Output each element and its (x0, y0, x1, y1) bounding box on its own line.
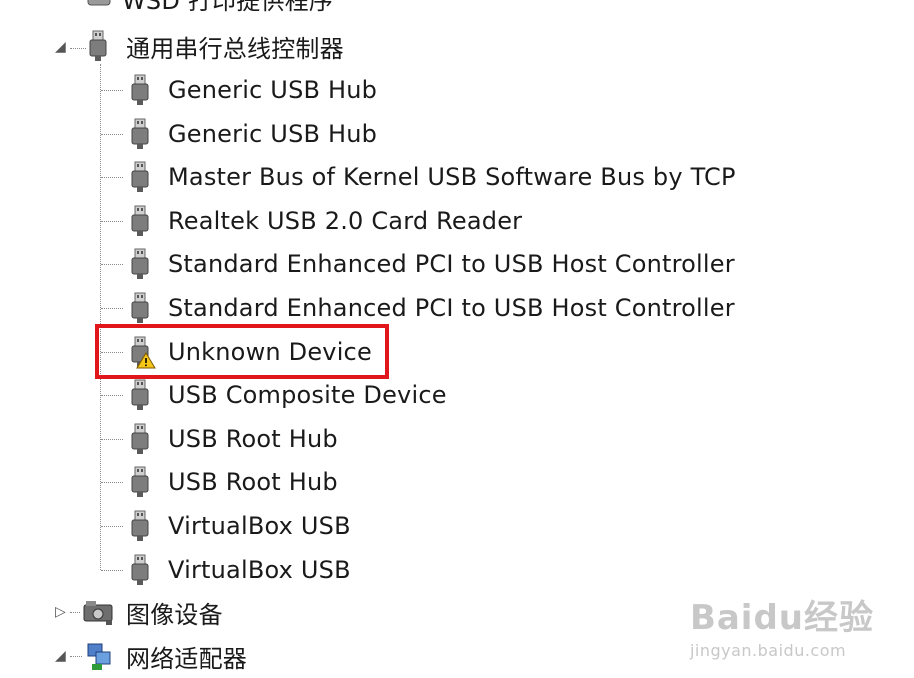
usb-connector-icon (131, 74, 149, 105)
tree-connector (101, 220, 123, 222)
tree-connector (70, 48, 86, 49)
tree-connector (101, 308, 123, 309)
tree-connector (101, 569, 123, 571)
usb-connector-icon (131, 161, 149, 193)
category-label: 网络适配器 (126, 644, 247, 673)
tree-connector (101, 264, 123, 266)
tree-row-partial[interactable]: WSD 打印提供程序 (86, 0, 333, 18)
device-row[interactable]: USB Root Hub (126, 462, 338, 502)
device-label: USB Root Hub (168, 424, 338, 453)
camera-icon (83, 601, 113, 625)
network-adapter-icon (87, 643, 111, 670)
device-row[interactable]: Standard Enhanced PCI to USB Host Contro… (126, 288, 735, 328)
tree-connector (101, 90, 123, 91)
device-label: USB Root Hub (168, 468, 338, 497)
tree-connector (70, 612, 80, 613)
tree-connector (70, 656, 82, 657)
tree-row-label: WSD 打印提供程序 (122, 0, 334, 15)
device-row[interactable]: USB Composite Device (126, 375, 447, 415)
category-label: 图像设备 (126, 600, 223, 629)
collapse-arrow-icon[interactable]: ◢ (55, 40, 66, 54)
device-row[interactable]: VirtualBox USB (126, 506, 351, 546)
device-label: Realtek USB 2.0 Card Reader (168, 206, 523, 235)
device-row[interactable]: Standard Enhanced PCI to USB Host Contro… (126, 244, 735, 284)
watermark-brand: Baidu经验 (689, 598, 874, 638)
tree-connector (101, 177, 123, 179)
expand-arrow-icon[interactable]: ▷ (55, 605, 66, 619)
baidu-watermark: Baidu经验 jingyan.baidu.com (690, 590, 874, 660)
device-row[interactable]: Realtek USB 2.0 Card Reader (126, 201, 522, 241)
printer-icon (87, 0, 111, 6)
tree-vertical-connector (100, 64, 101, 570)
device-row[interactable]: Generic USB Hub (126, 70, 377, 110)
usb-connector-icon (131, 510, 149, 541)
usb-connector-icon (131, 292, 149, 323)
highlight-box (95, 324, 389, 379)
usb-connector-icon (131, 205, 149, 236)
device-label: Generic USB Hub (168, 119, 378, 148)
category-usb-controllers[interactable]: 通用串行总线控制器 (86, 26, 344, 66)
tree-connector (101, 526, 123, 527)
category-label: 通用串行总线控制器 (126, 34, 344, 63)
device-label: Standard Enhanced PCI to USB Host Contro… (168, 250, 735, 279)
device-row[interactable]: Master Bus of Kernel USB Software Bus by… (126, 157, 736, 197)
device-label: VirtualBox USB (168, 555, 351, 584)
tree-connector (101, 438, 123, 440)
usb-connector-icon (131, 423, 149, 454)
category-network-adapters[interactable]: 网络适配器 (82, 636, 247, 676)
usb-connector-icon (131, 248, 149, 280)
usb-connector-icon (131, 379, 149, 411)
tree-connector (101, 133, 123, 135)
device-label: Standard Enhanced PCI to USB Host Contro… (168, 294, 735, 322)
usb-connector-icon (131, 554, 149, 585)
device-row[interactable]: USB Root Hub (126, 419, 338, 459)
device-label: Master Bus of Kernel USB Software Bus by… (168, 163, 736, 192)
device-label: Generic USB Hub (168, 76, 378, 104)
usb-connector-icon (89, 30, 107, 61)
usb-connector-icon (131, 466, 149, 498)
device-label: USB Composite Device (168, 381, 447, 410)
device-row[interactable]: Generic USB Hub (126, 114, 377, 154)
tree-connector (101, 482, 123, 484)
device-label: VirtualBox USB (168, 512, 351, 540)
device-row[interactable]: VirtualBox USB (126, 550, 351, 590)
watermark-url: jingyan.baidu.com (689, 641, 847, 660)
collapse-arrow-icon[interactable]: ◢ (55, 649, 66, 663)
tree-connector (101, 395, 123, 397)
device-manager-tree: WSD 打印提供程序 ◢ 通用串行总线控制器 Generic USB Hub Ge… (0, 0, 914, 678)
usb-connector-icon (131, 118, 149, 149)
category-imaging-devices[interactable]: 图像设备 (80, 592, 223, 632)
